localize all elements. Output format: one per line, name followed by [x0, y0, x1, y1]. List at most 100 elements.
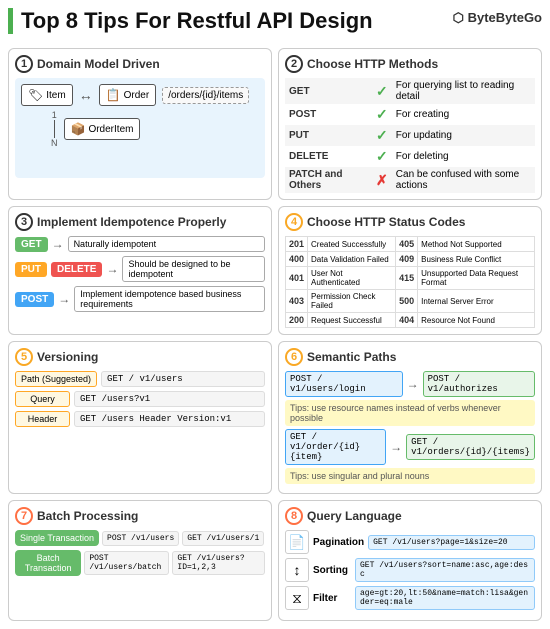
- method-name: PATCH and Others: [285, 167, 372, 193]
- card8-title: 8 Query Language: [285, 507, 535, 525]
- table-row: 201Created Successfully 405Method Not Su…: [286, 237, 535, 252]
- orderitem-icon: 📦: [71, 122, 86, 136]
- card5-title: 5 Versioning: [15, 348, 265, 366]
- method-btn-post: POST: [15, 292, 54, 307]
- idemp-label: Naturally idempotent: [68, 236, 265, 252]
- card1-title: 1 Domain Model Driven: [15, 55, 265, 73]
- card-semantic: 6 Semantic Paths POST / v1/users/login→P…: [278, 341, 542, 494]
- status-desc: Business Rule Conflict: [418, 252, 535, 267]
- card4-title: 4 Choose HTTP Status Codes: [285, 213, 535, 231]
- card6-num: 6: [285, 348, 303, 366]
- card4-num: 4: [285, 213, 303, 231]
- arrow-icon: →: [58, 292, 70, 306]
- entity-orderitem: 📦 OrderItem: [64, 118, 141, 140]
- arrow-icon: →: [52, 237, 64, 251]
- method-btn-put: PUT: [15, 262, 47, 277]
- card-idempotence: 3 Implement Idempotence Properly GET → Nat…: [8, 206, 272, 335]
- method-name: DELETE: [285, 146, 372, 167]
- card3-num: 3: [15, 213, 33, 231]
- table-row: POST✓For creating: [285, 104, 535, 125]
- list-item: ⧖ Filter age=gt:20,lt:50&name=match:lisa&g…: [285, 586, 535, 610]
- method-icon: ✓: [372, 146, 392, 167]
- list-item: GET → Naturally idempotent: [15, 236, 265, 252]
- status-code: 401: [286, 267, 308, 290]
- card5-num: 5: [15, 348, 33, 366]
- query-code: age=gt:20,lt:50&name=match:lisa&gender=e…: [355, 586, 535, 610]
- table-row: 401User Not Authenticated 415Unsupported…: [286, 267, 535, 290]
- status-desc: Unsupported Data Request Format: [418, 267, 535, 290]
- idemp-label: Should be designed to be idempotent: [122, 256, 265, 282]
- table-row: 403Permission Check Failed 500Internal S…: [286, 290, 535, 313]
- arrow-icon: →: [106, 262, 118, 276]
- status-code: 403: [286, 290, 308, 313]
- list-item: PUT DELETE → Should be designed to be idemp…: [15, 256, 265, 282]
- method-icon: ✓: [372, 104, 392, 125]
- code-to: POST / v1/authorizes: [423, 371, 535, 397]
- version-tag: Query: [15, 391, 70, 407]
- status-code: 415: [396, 267, 418, 290]
- card8-num: 8: [285, 507, 303, 525]
- version-tag: Header: [15, 411, 70, 427]
- code-from: GET / v1/order/{id}{item}: [285, 429, 386, 465]
- batch-tag: Batch Transaction: [15, 550, 81, 576]
- version-code: GET /users?v1: [74, 391, 265, 407]
- domain-diagram: 🏷 Item ↔ 📋 Order /orders/{id}/items 1: [21, 84, 259, 148]
- list-item: POST→Implement idempotence based busines…: [15, 286, 265, 312]
- query-icon: 📄: [285, 530, 309, 554]
- batch-code: POST /v1/users: [102, 531, 179, 546]
- table-row: PATCH and Others✗Can be confused with so…: [285, 167, 535, 193]
- list-item: Batch TransactionPOST /v1/users/batch GE…: [15, 550, 265, 576]
- card2-num: 2: [285, 55, 303, 73]
- query-icon: ⧖: [285, 586, 309, 610]
- card-domain-model: 1 Domain Model Driven 🏷 Item ↔ 📋 Order /…: [8, 48, 272, 200]
- page-title: Top 8 Tips For Restful API Design: [8, 8, 373, 34]
- list-item: QueryGET /users?v1: [15, 391, 265, 407]
- batch-body: Single TransactionPOST /v1/users GET /v1…: [15, 530, 265, 576]
- status-desc: Created Successfully: [308, 237, 396, 252]
- method-icon: ✓: [372, 78, 392, 104]
- status-desc: Permission Check Failed: [308, 290, 396, 313]
- query-label: Filter: [313, 593, 351, 604]
- check-icon: ✓: [376, 83, 388, 99]
- version-code: GET /users Header Version:v1: [74, 411, 265, 427]
- table-row: GET✓For querying list to reading detail: [285, 78, 535, 104]
- table-row: 200Request Successful 404Resource Not Fo…: [286, 313, 535, 328]
- code-to: GET / v1/orders/{id}/{items}: [406, 434, 535, 460]
- query-body: 📄PaginationGET /v1/users?page=1&size=20 ↕…: [285, 530, 535, 610]
- entity-item: 🏷 Item: [21, 84, 73, 106]
- status-code: 500: [396, 290, 418, 313]
- card-http-methods: 2 Choose HTTP Methods GET✓For querying l…: [278, 48, 542, 200]
- domain-row1: 🏷 Item ↔ 📋 Order /orders/{id}/items: [21, 84, 259, 106]
- card1-num: 1: [15, 55, 33, 73]
- status-code: 400: [286, 252, 308, 267]
- card3-title: 3 Implement Idempotence Properly: [15, 213, 265, 231]
- card1-body: 🏷 Item ↔ 📋 Order /orders/{id}/items 1: [15, 78, 265, 178]
- version-body: Path (Suggested)GET / v1/usersQueryGET /…: [15, 371, 265, 427]
- list-item: 📄PaginationGET /v1/users?page=1&size=20: [285, 530, 535, 554]
- method-desc: For querying list to reading detail: [392, 78, 535, 104]
- card-versioning: 5 Versioning Path (Suggested)GET / v1/us…: [8, 341, 272, 494]
- query-code: GET /v1/users?sort=name:asc,age:desc: [355, 558, 535, 582]
- path-example: /orders/{id}/items: [162, 87, 249, 104]
- batch-code: GET /v1/users/1: [182, 531, 264, 546]
- arrow-right-1: ↔: [79, 87, 93, 103]
- query-code: GET /v1/users?page=1&size=20: [368, 535, 535, 550]
- method-desc: Can be confused with some actions: [392, 167, 535, 193]
- methods-table: GET✓For querying list to reading detailP…: [285, 78, 535, 193]
- table-row: 400Data Validation Failed 409Business Ru…: [286, 252, 535, 267]
- card2-title: 2 Choose HTTP Methods: [285, 55, 535, 73]
- method-icon: ✓: [372, 125, 392, 146]
- status-code: 201: [286, 237, 308, 252]
- status-desc: Request Successful: [308, 313, 396, 328]
- status-desc: User Not Authenticated: [308, 267, 396, 290]
- batch-code: POST /v1/users/batch: [84, 551, 169, 575]
- list-item: ↕SortingGET /v1/users?sort=name:asc,age:…: [285, 558, 535, 582]
- method-btn-get: GET: [15, 237, 48, 252]
- batch-tag: Single Transaction: [15, 530, 99, 546]
- card6-title: 6 Semantic Paths: [285, 348, 535, 366]
- semantic-body: POST / v1/users/login→POST / v1/authoriz…: [285, 371, 535, 484]
- table-row: PUT✓For updating: [285, 125, 535, 146]
- method-name: PUT: [285, 125, 372, 146]
- entity-order: 📋 Order: [99, 84, 157, 106]
- method-btn-delete: DELETE: [51, 262, 102, 277]
